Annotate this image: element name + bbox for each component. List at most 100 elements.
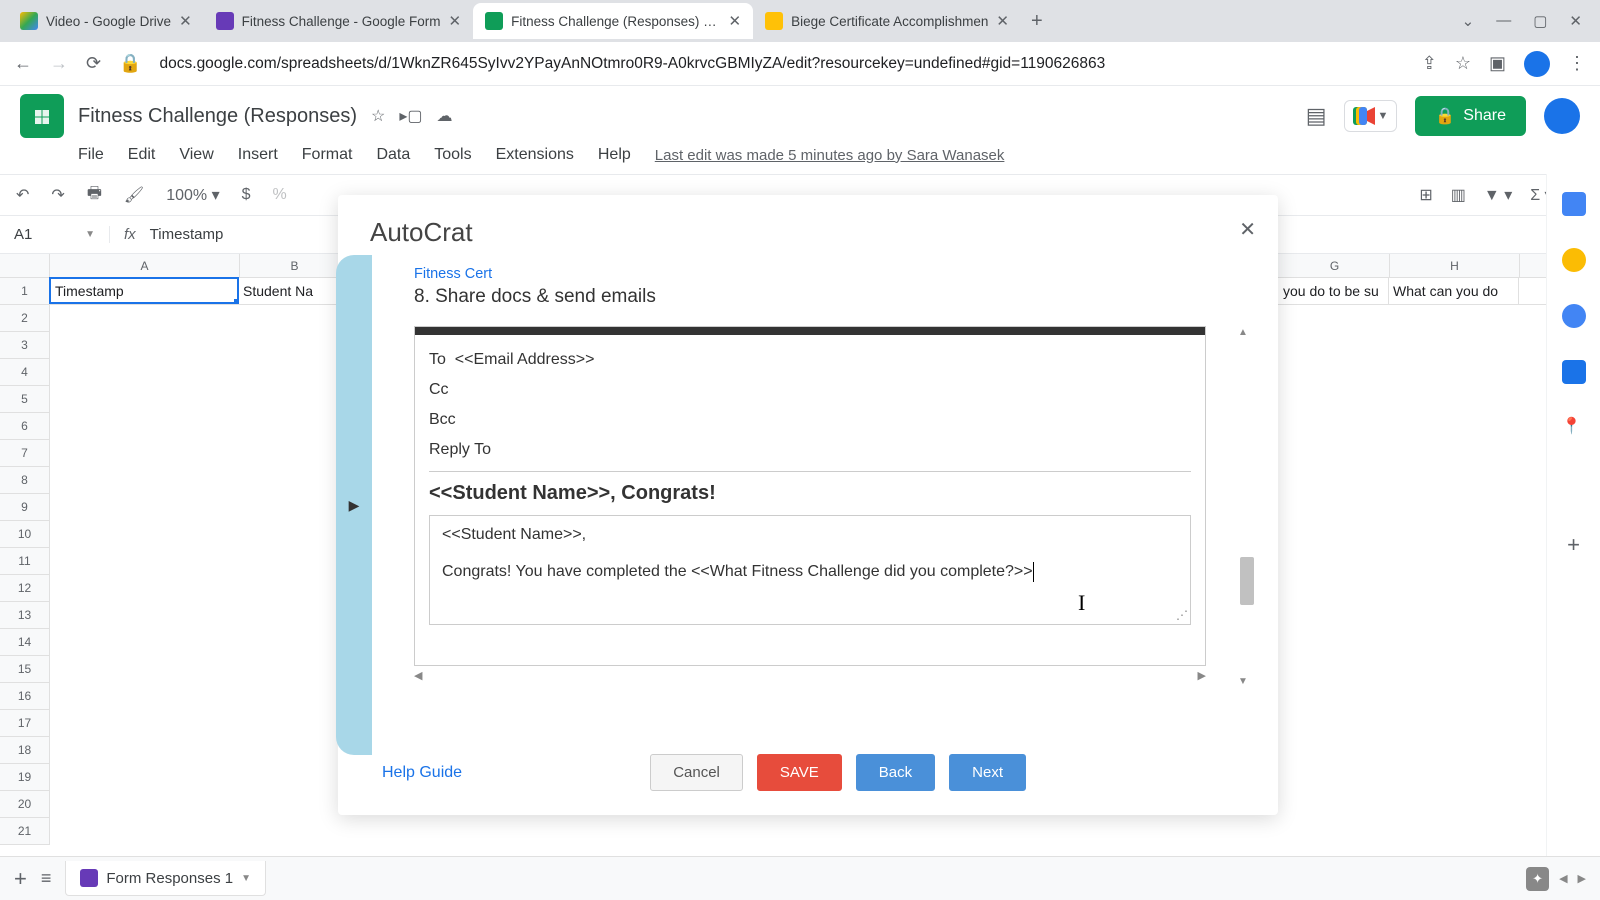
add-addon-icon[interactable]: + (1567, 532, 1580, 558)
back-button[interactable]: Back (856, 754, 935, 791)
cell-b1[interactable]: Student Na (239, 278, 349, 304)
row-header[interactable]: 8 (0, 467, 50, 494)
close-icon[interactable]: ✕ (996, 12, 1009, 30)
email-replyto-row[interactable]: Reply To (429, 435, 1191, 465)
tasks-icon[interactable] (1562, 304, 1586, 328)
row-header[interactable]: 4 (0, 359, 50, 386)
reload-button[interactable]: ⟳ (86, 53, 101, 74)
document-title[interactable]: Fitness Challenge (Responses) (78, 105, 357, 128)
row-header[interactable]: 21 (0, 818, 50, 845)
chevron-down-icon[interactable]: ⌄ (1462, 12, 1475, 30)
col-header-b[interactable]: B (240, 254, 350, 277)
row-header[interactable]: 3 (0, 332, 50, 359)
email-body-field[interactable]: <<Student Name>>, Congrats! You have com… (429, 515, 1191, 625)
row-header[interactable]: 7 (0, 440, 50, 467)
row-header[interactable]: 13 (0, 602, 50, 629)
forward-button[interactable]: → (50, 53, 68, 74)
maximize-icon[interactable]: ▢ (1533, 12, 1547, 30)
insert-icon[interactable]: ⊞ (1419, 185, 1432, 205)
browser-tab-3[interactable]: Biege Certificate Accomplishmen ✕ (753, 3, 1021, 39)
menu-help[interactable]: Help (598, 146, 631, 164)
scroll-left-icon[interactable]: ◀ (1559, 872, 1567, 885)
menu-edit[interactable]: Edit (128, 146, 156, 164)
close-icon[interactable]: ✕ (729, 12, 742, 30)
row-header[interactable]: 6 (0, 413, 50, 440)
share-url-icon[interactable]: ⇪ (1422, 53, 1437, 74)
account-avatar[interactable] (1544, 98, 1580, 134)
row-header[interactable]: 18 (0, 737, 50, 764)
add-sheet-button[interactable]: + (14, 866, 27, 892)
menu-data[interactable]: Data (376, 146, 410, 164)
meet-button[interactable]: ▼ (1344, 100, 1397, 132)
undo-icon[interactable]: ↶ (16, 185, 29, 205)
scroll-right-icon[interactable]: ▶ (1578, 872, 1586, 885)
move-icon[interactable]: ▸▢ (399, 106, 422, 126)
comments-icon[interactable]: ▤ (1306, 103, 1327, 129)
chevron-down-icon[interactable]: ▼ (241, 873, 251, 884)
email-bcc-row[interactable]: Bcc (429, 405, 1191, 435)
row-header[interactable]: 14 (0, 629, 50, 656)
name-box[interactable]: A1▼ (0, 226, 110, 243)
row-header[interactable]: 11 (0, 548, 50, 575)
side-panel-icon[interactable]: ▣ (1489, 53, 1506, 74)
filter-icon[interactable]: ▼ ▾ (1484, 185, 1512, 205)
currency-icon[interactable]: $ (242, 186, 251, 204)
percent-icon[interactable]: % (273, 186, 287, 204)
menu-file[interactable]: File (78, 146, 104, 164)
select-all-corner[interactable] (0, 254, 50, 277)
breadcrumb[interactable]: Fitness Cert (414, 266, 1246, 282)
scrollbar-thumb[interactable] (1240, 557, 1254, 605)
chart-icon[interactable]: ▥ (1451, 185, 1466, 205)
browser-tab-0[interactable]: Video - Google Drive ✕ (8, 3, 204, 39)
step-sidebar-tab[interactable]: ▶ (336, 255, 372, 755)
sheets-logo[interactable] (20, 94, 64, 138)
close-window-icon[interactable]: ✕ (1569, 12, 1582, 30)
row-header[interactable]: 15 (0, 656, 50, 683)
explore-button[interactable]: ✦ (1526, 867, 1549, 891)
help-guide-link[interactable]: Help Guide (382, 764, 462, 782)
sheet-tab[interactable]: Form Responses 1 ▼ (65, 861, 266, 896)
cancel-button[interactable]: Cancel (650, 754, 743, 791)
paint-format-icon[interactable]: 🖌 (124, 185, 144, 205)
minimize-icon[interactable]: — (1496, 12, 1511, 30)
redo-icon[interactable]: ↷ (51, 185, 64, 205)
resize-handle-icon[interactable]: ⋰ (1176, 608, 1188, 622)
back-button[interactable]: ← (14, 53, 32, 74)
row-header[interactable]: 16 (0, 683, 50, 710)
menu-extensions[interactable]: Extensions (496, 146, 574, 164)
row-header[interactable]: 5 (0, 386, 50, 413)
bookmark-icon[interactable]: ☆ (1455, 53, 1471, 74)
print-icon[interactable]: 🖶 (87, 182, 102, 209)
keep-icon[interactable] (1562, 248, 1586, 272)
row-header[interactable]: 12 (0, 575, 50, 602)
lock-icon[interactable]: 🔒 (119, 53, 141, 74)
row-header[interactable]: 9 (0, 494, 50, 521)
cell-a1[interactable]: Timestamp (49, 277, 239, 304)
row-header[interactable]: 1 (0, 278, 50, 305)
row-header[interactable]: 2 (0, 305, 50, 332)
star-icon[interactable]: ☆ (371, 106, 385, 126)
save-button[interactable]: SAVE (757, 754, 842, 791)
close-icon[interactable]: ✕ (449, 12, 462, 30)
menu-view[interactable]: View (179, 146, 213, 164)
col-header-h[interactable]: H (1390, 254, 1520, 277)
col-header-g[interactable]: G (1280, 254, 1390, 277)
email-cc-row[interactable]: Cc (429, 375, 1191, 405)
menu-insert[interactable]: Insert (238, 146, 278, 164)
new-tab-button[interactable]: + (1021, 10, 1053, 33)
modal-vertical-scrollbar[interactable]: ▲ ▼ (1238, 327, 1254, 687)
menu-tools[interactable]: Tools (434, 146, 471, 164)
row-header[interactable]: 10 (0, 521, 50, 548)
browser-tab-2[interactable]: Fitness Challenge (Responses) - G ✕ (473, 3, 753, 39)
row-header[interactable]: 17 (0, 710, 50, 737)
contacts-icon[interactable] (1562, 360, 1586, 384)
cloud-icon[interactable]: ☁ (437, 106, 453, 126)
cell-g1[interactable]: you do to be su (1279, 278, 1389, 304)
share-button[interactable]: 🔒 Share (1415, 96, 1526, 136)
menu-format[interactable]: Format (302, 146, 353, 164)
kebab-menu-icon[interactable]: ⋮ (1568, 53, 1586, 74)
modal-close-button[interactable]: ✕ (1239, 217, 1256, 242)
maps-icon[interactable]: 📍 (1562, 416, 1586, 440)
url-field[interactable]: docs.google.com/spreadsheets/d/1WknZR645… (160, 55, 1404, 73)
email-to-row[interactable]: To <<Email Address>> (429, 345, 1191, 375)
